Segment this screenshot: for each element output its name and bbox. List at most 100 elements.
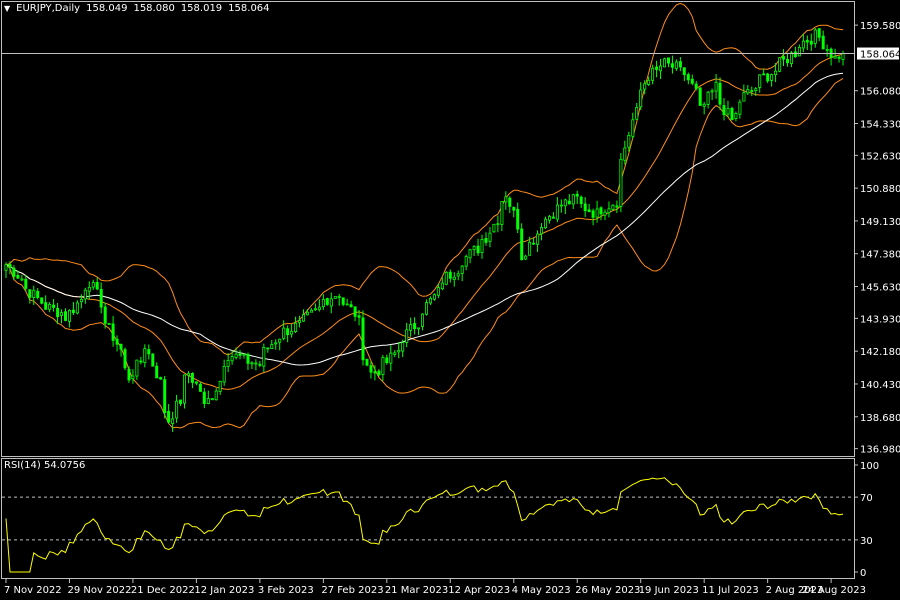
candle-body	[16, 274, 20, 279]
candle-body	[381, 357, 385, 375]
candle-body	[746, 89, 750, 94]
candle-body	[460, 265, 464, 274]
price-tick-label: 154.330	[860, 119, 900, 130]
candle-body	[615, 205, 619, 208]
candle-body	[790, 52, 794, 64]
time-tick-label: 24 Aug 2023	[802, 585, 866, 596]
chart-canvas[interactable]: 158.064 159.580 156.080 154.330 152.630 150.…	[0, 0, 900, 600]
candle-body	[563, 199, 567, 207]
candle-body	[786, 59, 790, 64]
candle-body	[103, 306, 107, 324]
candle-body	[123, 349, 127, 369]
candle-body	[809, 40, 813, 45]
candle-body	[91, 282, 95, 288]
candle-body	[32, 289, 36, 298]
candle-body	[305, 311, 309, 316]
candle-body	[805, 39, 809, 43]
candle-body	[24, 278, 28, 289]
candle-body	[714, 81, 718, 92]
candle-body	[75, 302, 79, 314]
candle-body	[841, 53, 845, 60]
candle-body	[655, 66, 659, 70]
candle-body	[246, 353, 250, 364]
candle-body	[361, 317, 365, 361]
candle-body	[619, 158, 623, 207]
candle-body	[464, 256, 468, 267]
candle-body	[309, 309, 313, 313]
candle-body	[432, 294, 436, 300]
candle-body	[738, 101, 742, 115]
candle-body	[278, 338, 282, 343]
candle-body	[206, 398, 210, 404]
candle-body	[40, 297, 44, 304]
ohlc-close: 158.064	[228, 3, 270, 14]
candle-body	[186, 373, 190, 376]
candle-body	[793, 51, 797, 58]
candle-body	[774, 70, 778, 75]
candle-body	[837, 56, 841, 59]
price-tick-label: 143.930	[860, 314, 900, 325]
candle-body	[726, 108, 730, 115]
candle-body	[182, 374, 186, 404]
candle-body	[357, 315, 361, 318]
candle-body	[44, 302, 48, 310]
candle-body	[536, 233, 540, 245]
candle-body	[68, 309, 72, 322]
candle-body	[282, 327, 286, 339]
candle-body	[341, 297, 345, 305]
candle-body	[710, 90, 714, 93]
time-tick-label: 21 Dec 2022	[131, 585, 195, 596]
time-tick-label: 29 Nov 2022	[67, 585, 131, 596]
candle-body	[48, 303, 52, 310]
candle-body	[595, 208, 599, 218]
candle-body	[651, 67, 655, 81]
candle-body	[750, 90, 754, 92]
candle-body	[583, 203, 587, 212]
candle-body	[694, 83, 698, 89]
candle-body	[405, 329, 409, 343]
time-tick-label: 12 Jan 2023	[194, 585, 254, 596]
candle-body	[667, 57, 671, 64]
candle-body	[797, 47, 801, 57]
candle-body	[758, 74, 762, 88]
candle-body	[579, 196, 583, 205]
time-tick-label: 27 Feb 2023	[321, 585, 383, 596]
candle-body	[409, 324, 413, 331]
candle-body	[325, 298, 329, 305]
candle-body	[178, 399, 182, 404]
price-tick-label: 156.080	[860, 87, 900, 98]
candle-body	[643, 83, 647, 90]
candle-body	[353, 306, 357, 317]
candle-body	[321, 299, 325, 307]
ohlc-open: 158.049	[86, 3, 128, 14]
candle-body	[234, 353, 238, 358]
candle-body	[639, 89, 643, 108]
candle-body	[778, 57, 782, 72]
candle-body	[115, 338, 119, 345]
price-tick-label: 147.380	[860, 250, 900, 261]
candle-body	[663, 58, 667, 68]
candle-body	[635, 107, 639, 120]
candle-body	[135, 359, 139, 377]
candle-body	[369, 365, 373, 373]
candle-body	[813, 29, 817, 44]
time-tick-label: 11 Jul 2023	[702, 585, 759, 596]
price-tick-label: 140.430	[860, 380, 900, 391]
rsi-tick-label: 70	[860, 493, 873, 504]
candle-body	[52, 304, 56, 308]
ohlc-high: 158.080	[133, 3, 175, 14]
candle-body	[559, 204, 563, 207]
triangle-down-icon[interactable]: ▼	[4, 4, 10, 13]
candle-body	[659, 65, 663, 72]
candle-body	[79, 298, 83, 303]
candle-body	[155, 365, 159, 379]
candle-body	[20, 278, 24, 281]
candle-body	[64, 311, 68, 321]
candle-body	[397, 349, 401, 353]
candle-body	[532, 242, 536, 245]
candle-body	[163, 379, 167, 414]
candle-body	[607, 208, 611, 214]
candle-body	[833, 56, 837, 59]
candle-body	[448, 271, 452, 279]
candle-body	[250, 362, 254, 365]
